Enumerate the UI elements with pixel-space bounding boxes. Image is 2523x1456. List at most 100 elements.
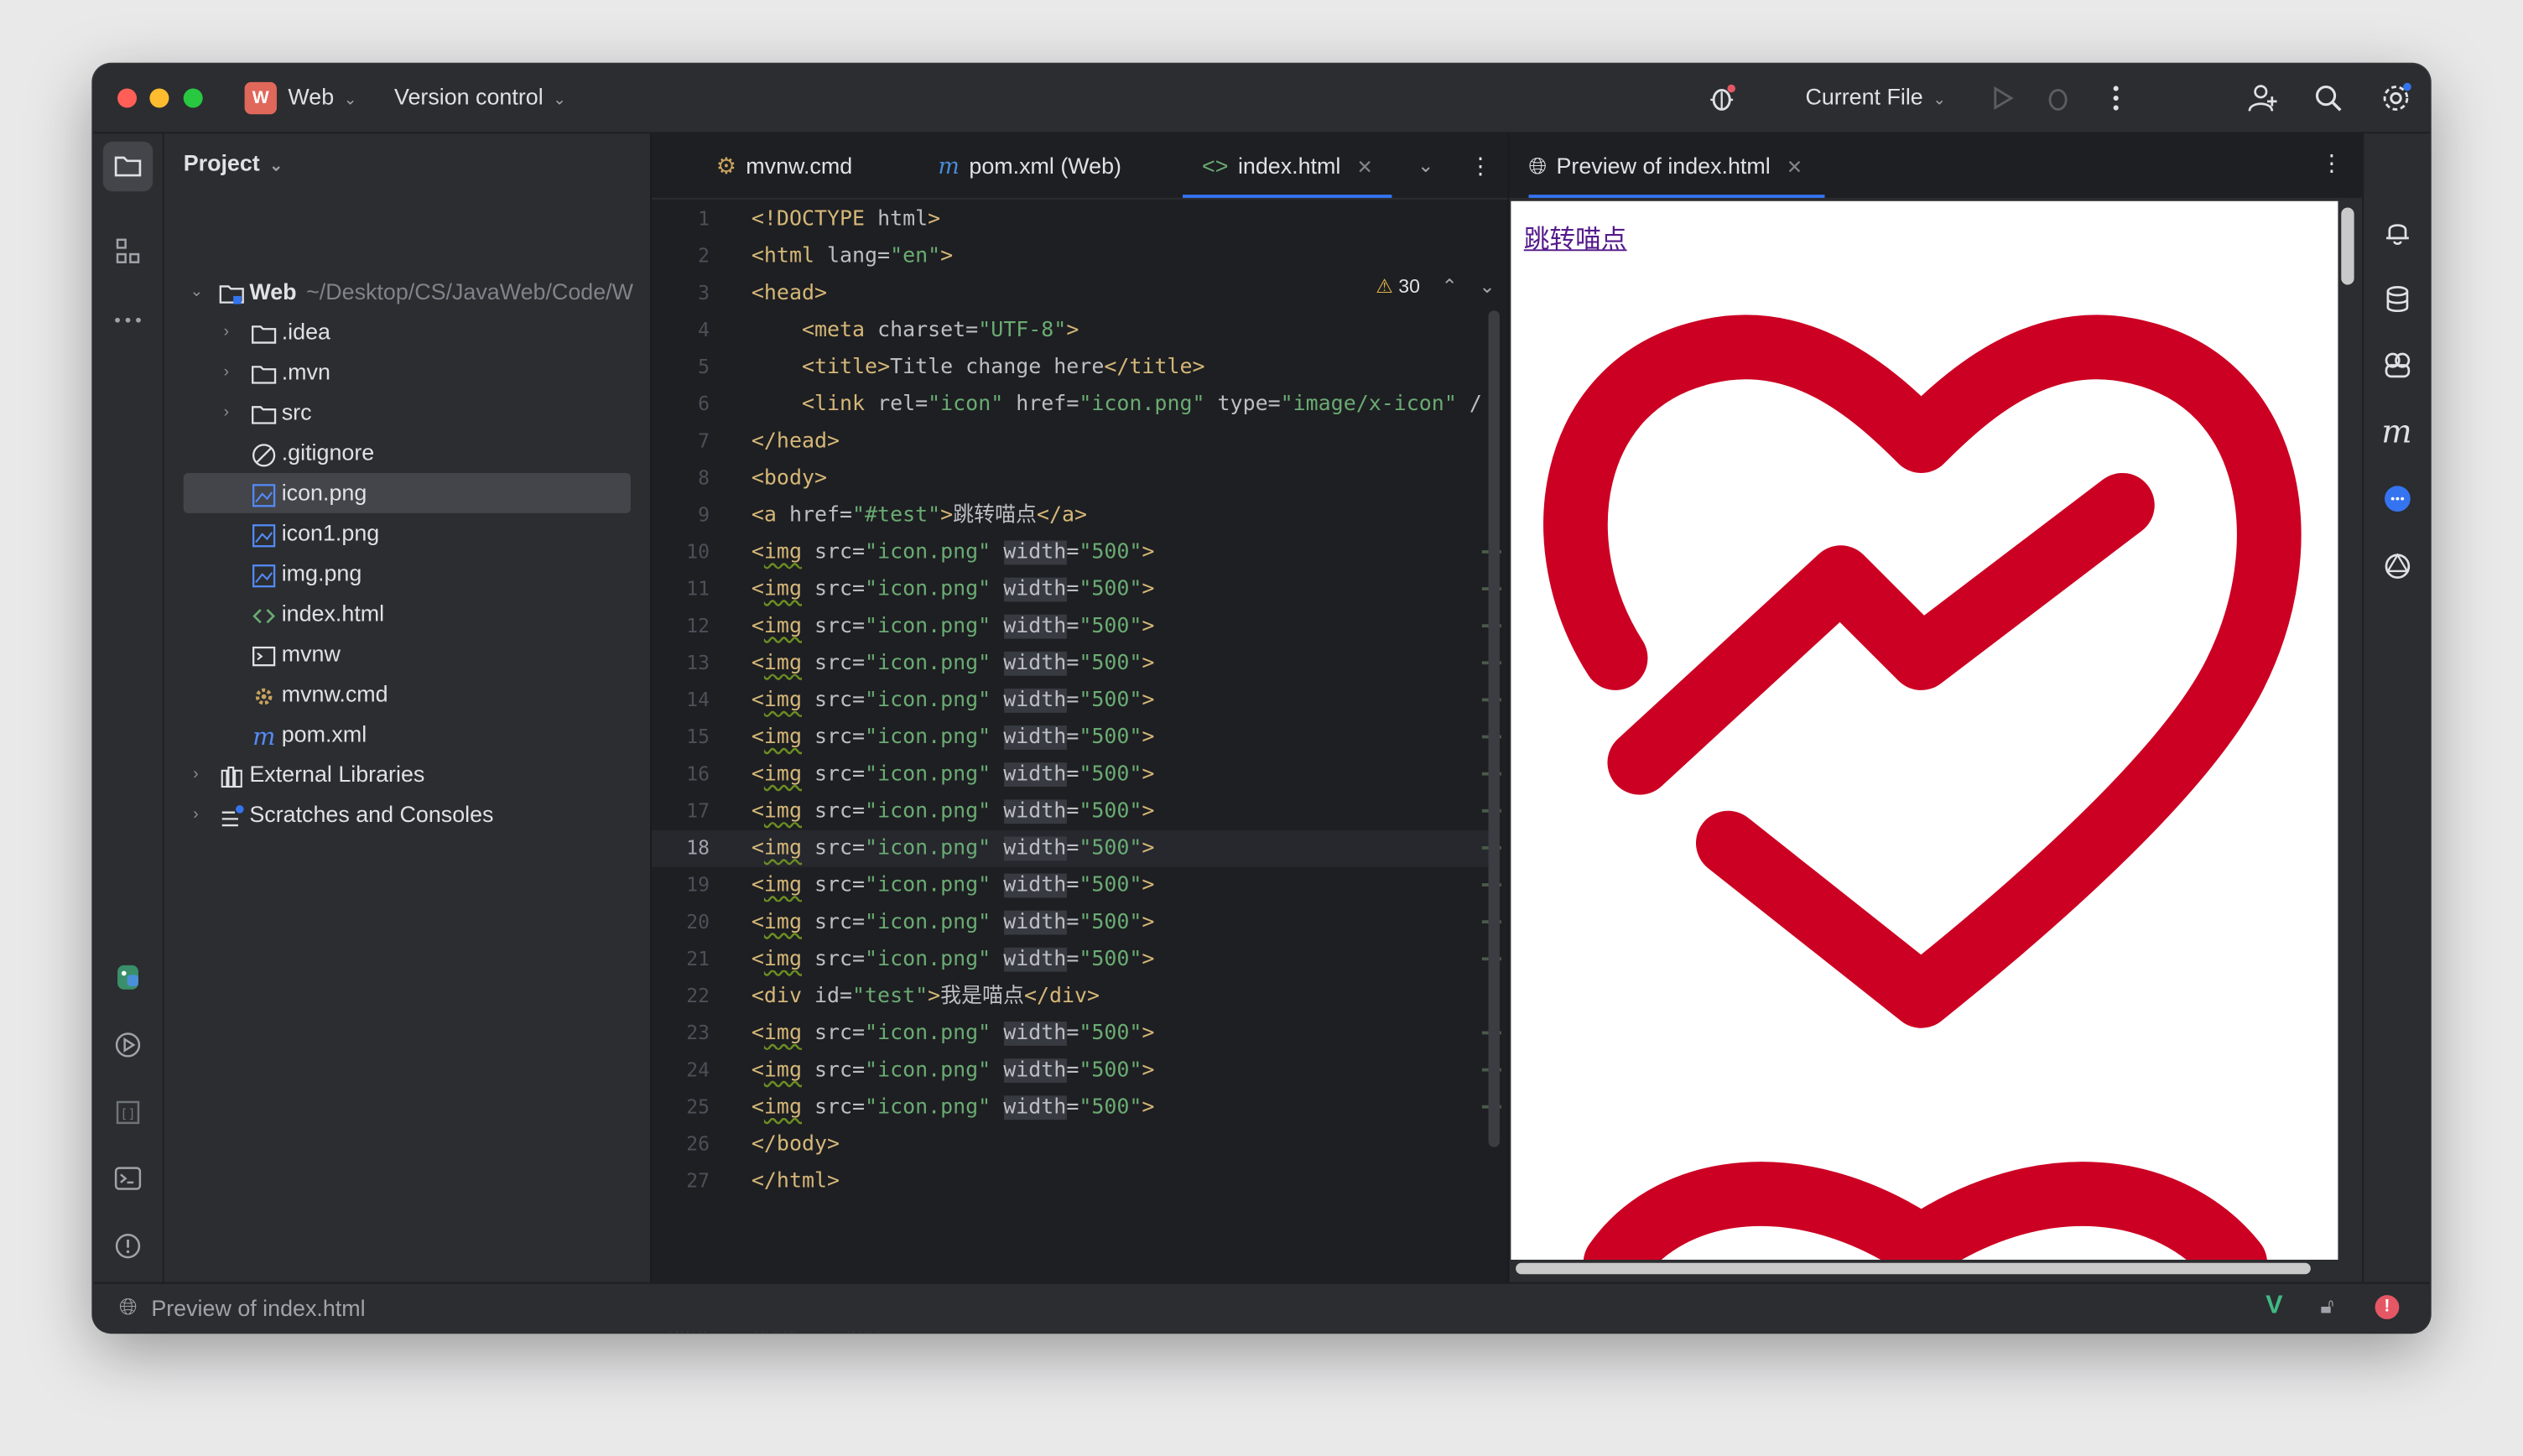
- anchor-link[interactable]: 跳转喵点: [1524, 217, 1627, 256]
- close-window-button[interactable]: [117, 88, 138, 108]
- tree-item-icon1-png[interactable]: icon1.png: [164, 513, 631, 554]
- code-line[interactable]: <link rel="icon" href="icon.png" type="i…: [752, 386, 1482, 423]
- tree-item-idea[interactable]: › .idea: [164, 312, 631, 352]
- code-line[interactable]: <body>: [752, 460, 827, 497]
- debug-bug-icon[interactable]: [1706, 82, 1738, 114]
- version-control-menu[interactable]: Version control ⌄: [394, 84, 566, 110]
- preview-vertical-scrollbar[interactable]: [2341, 207, 2354, 285]
- globe-icon: 🌐︎: [118, 1293, 138, 1319]
- code-line[interactable]: <meta charset="UTF-8">: [752, 312, 1079, 349]
- code-line[interactable]: <img src="icon.png" width="500">: [752, 1015, 1154, 1052]
- tree-scratches[interactable]: › Scratches and Consoles: [164, 795, 631, 835]
- project-panel-header[interactable]: Project ⌄: [184, 149, 284, 175]
- code-line[interactable]: <img src="icon.png" width="500">: [752, 941, 1154, 978]
- tab-more-icon[interactable]: ⋮: [1469, 133, 1491, 198]
- project-tool-button[interactable]: [102, 141, 153, 192]
- run-icon[interactable]: [1985, 82, 2017, 114]
- maven-icon: m: [251, 722, 277, 751]
- python-packages-button[interactable]: [103, 953, 153, 1002]
- terminal-tool-button[interactable]: [103, 1153, 153, 1203]
- error-indicator-icon[interactable]: !: [2375, 1295, 2400, 1319]
- tab-index-html[interactable]: <> index.html ✕: [1183, 133, 1392, 198]
- tree-item-mvnw-cmd[interactable]: mvnw.cmd: [164, 674, 631, 715]
- code-line[interactable]: <img src="icon.png" width="500">: [752, 904, 1154, 941]
- tree-item-mvn[interactable]: › .mvn: [164, 352, 631, 393]
- settings-gear-icon[interactable]: [2380, 82, 2411, 114]
- zoom-window-button[interactable]: [183, 88, 203, 108]
- code-line[interactable]: </head>: [752, 423, 840, 460]
- structure-tool-button[interactable]: [103, 226, 153, 276]
- json-tool-button[interactable]: []: [103, 1088, 153, 1137]
- preview-more-icon[interactable]: ⋮: [2320, 149, 2343, 177]
- maven-icon[interactable]: m: [2381, 415, 2413, 447]
- code-line[interactable]: <html lang="en">: [752, 238, 953, 275]
- code-line[interactable]: </html>: [752, 1163, 840, 1200]
- line-number: 20: [686, 910, 710, 933]
- heart-pulse-image: [1543, 315, 2302, 1028]
- code-line[interactable]: <img src="icon.png" width="500">: [752, 793, 1154, 830]
- tree-item-img-png[interactable]: img.png: [164, 554, 631, 594]
- code-line[interactable]: <img src="icon.png" width="500">: [752, 757, 1154, 793]
- services-tool-button[interactable]: [103, 1020, 153, 1069]
- code-line[interactable]: <div id="test">我是喵点</div>: [752, 978, 1100, 1015]
- tree-item-src[interactable]: › src: [164, 393, 631, 433]
- code-line[interactable]: <img src="icon.png" width="500">: [752, 645, 1154, 682]
- chat-bubble-icon[interactable]: [2381, 482, 2413, 514]
- tab-preview[interactable]: 🌐︎ Preview of index.html ✕: [1528, 133, 1826, 198]
- tab-pom-xml[interactable]: m pom.xml (Web): [938, 133, 1121, 198]
- tree-root-web[interactable]: ⌄ Web ~/Desktop/CS/JavaWeb/Code/W: [164, 272, 633, 312]
- project-switcher[interactable]: Web ⌄: [288, 84, 356, 110]
- debug-icon[interactable]: [2042, 82, 2073, 114]
- readonly-lock-icon[interactable]: 🔓︎: [2320, 1293, 2333, 1319]
- tree-item-gitignore[interactable]: .gitignore: [164, 433, 631, 473]
- line-number: 12: [686, 614, 710, 637]
- add-user-icon[interactable]: [2246, 82, 2278, 114]
- scratches-label: Scratches and Consoles: [249, 801, 494, 827]
- code-line[interactable]: </body>: [752, 1126, 840, 1163]
- close-icon[interactable]: ✕: [1787, 156, 1803, 179]
- vue-icon[interactable]: V: [2265, 1292, 2282, 1321]
- cmd-file-icon: [251, 682, 277, 708]
- maven-icon: m: [938, 154, 960, 180]
- tree-item-icon-png[interactable]: icon.png: [183, 472, 632, 513]
- preview-horizontal-scrollbar[interactable]: [1516, 1262, 2311, 1275]
- search-icon[interactable]: [2312, 82, 2344, 114]
- code-line[interactable]: <title>Title change here</title>: [752, 349, 1205, 386]
- minimize-window-button[interactable]: [149, 88, 169, 108]
- code-line[interactable]: <img src="icon.png" width="500">: [752, 534, 1154, 571]
- code-line[interactable]: <img src="icon.png" width="500">: [752, 830, 1154, 867]
- tree-item-index-html[interactable]: index.html: [164, 594, 631, 634]
- problems-tool-button[interactable]: [103, 1221, 153, 1271]
- tree-item-pom-xml[interactable]: m pom.xml: [164, 715, 631, 755]
- code-line[interactable]: <img src="icon.png" width="500">: [752, 682, 1154, 719]
- inspection-warnings[interactable]: ⚠ 30 ⌃ ⌄: [1376, 275, 1496, 298]
- code-line[interactable]: <img src="icon.png" width="500">: [752, 608, 1154, 645]
- code-line[interactable]: <a href="#test">跳转喵点</a>: [752, 497, 1087, 534]
- more-tools-button[interactable]: [103, 294, 153, 344]
- code-line[interactable]: <head>: [752, 275, 827, 312]
- run-config-selector[interactable]: Current File ⌄: [1805, 84, 1946, 110]
- editor-vertical-scrollbar[interactable]: [1488, 310, 1500, 1147]
- code-line[interactable]: <!DOCTYPE html>: [752, 201, 940, 238]
- code-line[interactable]: <img src="icon.png" width="500">: [752, 719, 1154, 756]
- tabs-dropdown-icon[interactable]: ⌄: [1418, 133, 1433, 198]
- next-highlight-icon[interactable]: ⌄: [1479, 275, 1495, 298]
- code-line[interactable]: <img src="icon.png" width="500">: [752, 867, 1154, 904]
- code-line[interactable]: <img src="icon.png" width="500">: [752, 1053, 1154, 1089]
- tree-item-mvnw[interactable]: mvnw: [164, 634, 631, 674]
- notifications-bell-icon[interactable]: [2381, 216, 2413, 247]
- close-icon[interactable]: ✕: [1357, 156, 1373, 179]
- line-number: 9: [698, 503, 710, 527]
- tree-root-path: ~/Desktop/CS/JavaWeb/Code/W: [306, 278, 633, 304]
- code-line[interactable]: <img src="icon.png" width="500">: [752, 571, 1154, 608]
- openai-icon[interactable]: [2381, 550, 2413, 582]
- more-actions-icon[interactable]: [2100, 82, 2132, 114]
- previous-highlight-icon[interactable]: ⌃: [1442, 275, 1458, 298]
- code-line[interactable]: <img src="icon.png" width="500">: [752, 1089, 1154, 1126]
- database-icon[interactable]: [2381, 283, 2413, 315]
- rendered-page[interactable]: 跳转喵点: [1511, 200, 2338, 1260]
- tab-mvnw-cmd[interactable]: ⚙ mvnw.cmd: [716, 133, 852, 198]
- ai-assistant-icon[interactable]: [2381, 349, 2413, 381]
- chevron-down-icon: ⌄: [190, 283, 204, 301]
- tree-external-libraries[interactable]: › External Libraries: [164, 755, 631, 795]
